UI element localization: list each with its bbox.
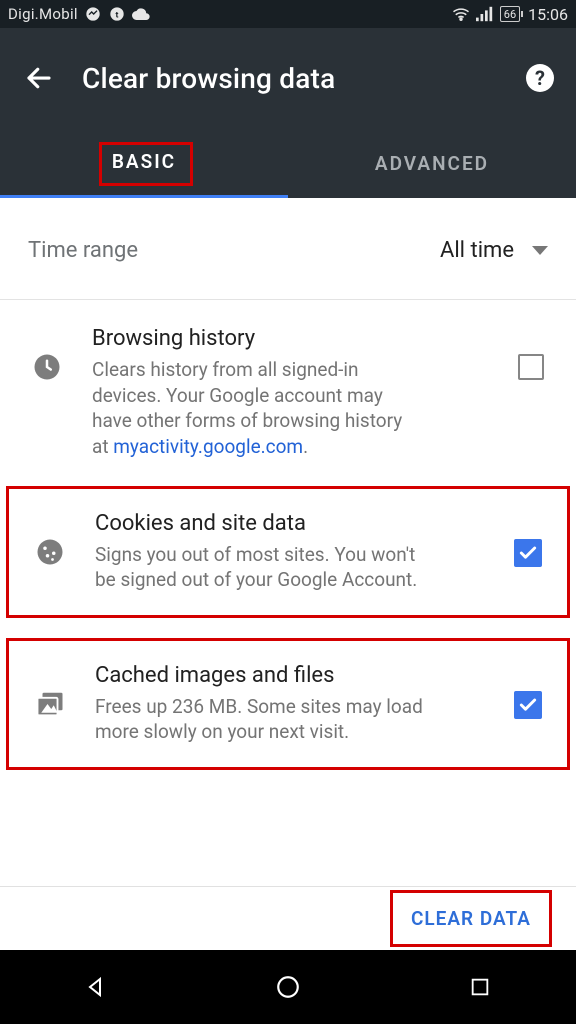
tab-bar: BASIC ADVANCED xyxy=(0,128,576,198)
page-title: Clear browsing data xyxy=(82,62,500,95)
option-description: Clears history from all signed-in device… xyxy=(92,357,422,460)
app-header: Clear browsing data ? BASIC ADVANCED xyxy=(0,28,576,198)
dropdown-icon xyxy=(532,241,548,260)
messenger-icon xyxy=(84,5,102,23)
highlight-box: Cached images and files Frees up 236 MB.… xyxy=(6,638,570,770)
content-area: Time range All time Browsing history Cle… xyxy=(0,198,576,770)
nav-home-button[interactable] xyxy=(273,972,303,1002)
footer-bar: CLEAR DATA xyxy=(0,886,576,950)
option-cookies[interactable]: Cookies and site data Signs you out of m… xyxy=(9,489,567,615)
option-description: Signs you out of most sites. You won't b… xyxy=(95,542,425,593)
nav-back-button[interactable] xyxy=(81,972,111,1002)
carrier-label: Digi.Mobil xyxy=(8,5,78,23)
nav-recent-button[interactable] xyxy=(465,972,495,1002)
battery-level: 66 xyxy=(504,8,516,21)
myactivity-link[interactable]: myactivity.google.com xyxy=(113,435,303,458)
option-description: Frees up 236 MB. Some sites may load mor… xyxy=(95,694,455,745)
time-range-value: All time xyxy=(440,238,514,263)
highlight-box: Cookies and site data Signs you out of m… xyxy=(6,486,570,618)
option-cached[interactable]: Cached images and files Frees up 236 MB.… xyxy=(9,641,567,767)
time-range-row[interactable]: Time range All time xyxy=(0,208,576,300)
tab-basic[interactable]: BASIC xyxy=(0,128,288,198)
signal-icon xyxy=(476,5,494,23)
checkbox-cookies[interactable] xyxy=(514,539,542,567)
help-button[interactable]: ? xyxy=(526,64,554,92)
checkbox-cached[interactable] xyxy=(514,691,542,719)
time-range-label: Time range xyxy=(28,238,138,263)
back-button[interactable] xyxy=(22,61,56,95)
desc-text-end: . xyxy=(303,435,308,458)
clock-label: 15:06 xyxy=(528,5,568,24)
cloud-icon xyxy=(132,5,150,23)
checkbox-browsing-history[interactable] xyxy=(518,354,544,380)
battery-indicator: 66 xyxy=(500,6,520,22)
clock-icon xyxy=(32,352,62,386)
option-browsing-history[interactable]: Browsing history Clears history from all… xyxy=(0,300,576,486)
tab-advanced[interactable]: ADVANCED xyxy=(288,128,576,198)
status-bar: Digi.Mobil t 66 15:06 xyxy=(0,0,576,28)
svg-text:t: t xyxy=(115,10,118,20)
highlight-box: CLEAR DATA xyxy=(390,890,552,947)
clear-data-button[interactable]: CLEAR DATA xyxy=(393,893,549,944)
images-icon xyxy=(35,689,65,723)
option-title: Browsing history xyxy=(92,326,488,351)
tumblr-icon: t xyxy=(108,5,126,23)
option-title: Cached images and files xyxy=(95,663,485,688)
android-nav-bar xyxy=(0,950,576,1024)
wifi-icon xyxy=(452,5,470,23)
cookie-icon xyxy=(35,537,65,571)
option-title: Cookies and site data xyxy=(95,511,485,536)
